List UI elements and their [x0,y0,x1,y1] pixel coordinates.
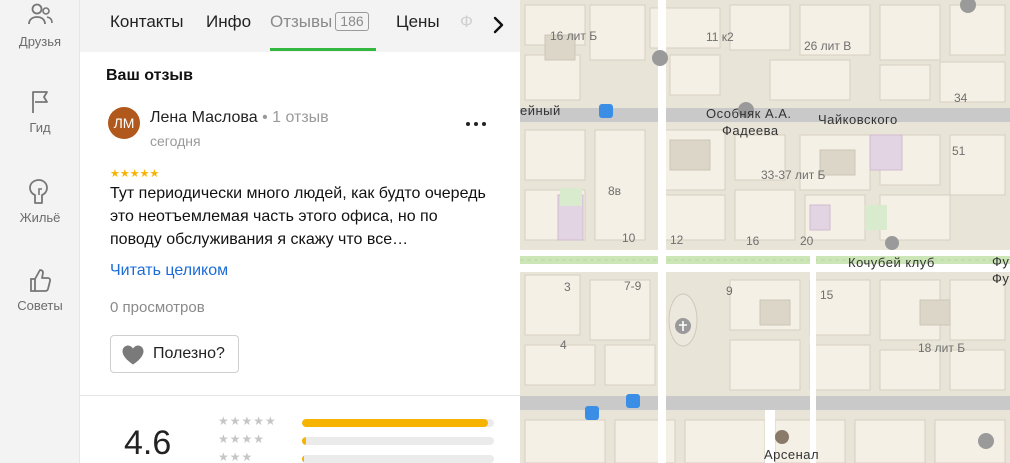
housing-icon [29,179,48,204]
map-label: 8в [608,184,622,198]
map-label: Кочубей клуб [848,255,935,270]
review-author[interactable]: Лена Маслова • 1 отзыв [150,109,329,127]
map-label: 33-37 лит Б [761,168,826,182]
tab-info[interactable]: Инфо [206,12,251,32]
map-label: 34 [954,91,968,105]
heart-icon [122,345,144,365]
flag-icon [32,91,48,113]
map-label: 7-9 [624,279,642,293]
map-label: ейный [520,103,561,118]
tab-reviews[interactable]: Отзывы 186 [270,12,369,32]
map-label: 15 [820,288,834,302]
map-label: Особняк А.А. [706,106,792,121]
map-label: Фу [992,254,1010,269]
more-options-icon[interactable] [462,112,490,136]
map-label: 10 [622,231,636,245]
separator [80,395,520,396]
useful-button[interactable]: Полезно? [110,335,239,373]
map-label: Чайковского [818,112,898,127]
chevron-right-icon[interactable] [484,11,512,39]
map-label: 18 лит Б [918,341,966,355]
map-label: 26 лит В [804,39,852,53]
rating-bar-fill [302,419,489,427]
review-text: Тут периодически много людей, как будто … [110,185,486,248]
thumbs-up-icon [30,269,52,292]
map-label: 51 [952,144,966,158]
map-label: 16 лит Б [550,29,598,43]
tab-prices[interactable]: Цены [396,12,440,32]
rail-guide-label: Гид [29,120,51,135]
map-label: Фу [992,271,1010,286]
review-author-meta: • 1 отзыв [257,109,329,126]
rating-row-stars: ★★★ [218,450,254,463]
map-label: 12 [670,233,684,247]
avatar[interactable]: ЛМ [108,107,140,139]
rating-bar-fill [302,437,306,445]
left-rail: Друзья Гид Жильё Советы [0,0,80,463]
map-label: Арсенал [764,447,820,462]
map-label: 11 к2 [706,30,734,44]
map-canvas [520,0,1010,463]
rating-row-stars: ★★★★ [218,432,266,446]
rating-bar [302,437,494,445]
rail-guide[interactable]: Гид [0,88,80,135]
tab-photos[interactable]: Ф [460,12,473,32]
rating-row-stars: ★★★★★ [218,414,277,428]
read-more-link[interactable]: Читать целиком [110,262,228,280]
map-label: 9 [726,284,733,298]
rail-housing[interactable]: Жильё [0,176,80,225]
rail-tips-label: Советы [17,298,63,313]
tab-contacts[interactable]: Контакты [110,12,183,32]
your-review-title: Ваш отзыв [106,67,193,84]
useful-label: Полезно? [153,345,225,362]
rating-row-4: ★★★★ [218,432,518,449]
rail-housing-label: Жильё [19,210,61,225]
rating-bar [302,419,494,427]
rail-friends[interactable]: Друзья [0,2,80,49]
review-author-name: Лена Маслова [150,109,258,126]
map-label: 16 [746,234,760,248]
review-views: 0 просмотров [110,299,205,316]
review-date: сегодня [150,133,201,149]
review-stars: ★★★★★ [110,168,160,180]
place-panel: Контакты Инфо Отзывы 186 Цены Ф Ваш отзыв… [80,0,520,463]
map-label: Фадеева [722,123,779,138]
friends-icon [28,3,53,25]
rail-friends-label: Друзья [18,34,62,49]
map-label: 4 [560,338,567,352]
reviews-count-badge: 186 [335,12,369,31]
tab-bar: Контакты Инфо Отзывы 186 Цены Ф [80,0,520,52]
rating-bar [302,455,494,463]
rail-tips[interactable]: Советы [0,266,80,313]
map-label: 20 [800,234,814,248]
map-label: 3 [564,280,571,294]
rating-row-5: ★★★★★ [218,414,518,431]
active-tab-indicator [270,48,376,51]
tab-reviews-label: Отзывы [270,12,333,31]
map[interactable]: 16 лит Б 11 к2 26 лит В Особняк А.А. Фад… [520,0,1010,463]
rating-value: 4.6 [124,424,172,462]
rating-row-3: ★★★ [218,450,518,463]
rating-bar-fill [302,455,304,463]
